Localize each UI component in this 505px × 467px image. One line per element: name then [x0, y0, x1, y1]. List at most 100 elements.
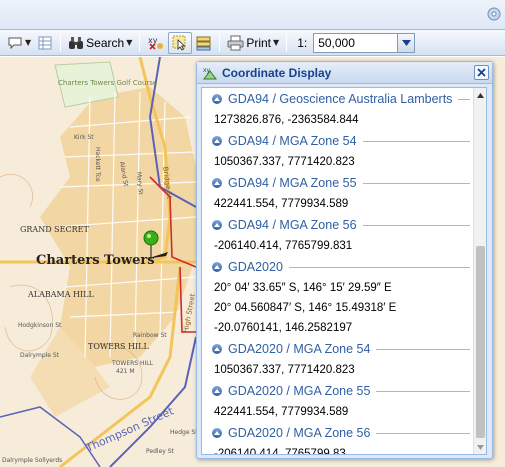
close-button[interactable] — [474, 65, 489, 80]
group-divider — [458, 98, 470, 100]
comment-dropdown-button[interactable]: ▼ — [4, 32, 34, 54]
scrollbar-thumb[interactable] — [476, 246, 485, 438]
group-divider — [362, 140, 470, 142]
coordinate-value: 422441.554, 7779934.589 — [214, 198, 349, 210]
coordinate-group-title: GDA94 / Geoscience Australia Lamberts — [228, 92, 453, 106]
print-button[interactable]: Print ▼ — [224, 32, 282, 54]
coordinate-group-header[interactable]: GDA2020 — [202, 256, 474, 278]
binoculars-icon — [69, 36, 84, 49]
group-divider — [376, 348, 470, 350]
map-label-pedley-street: Pedley St — [146, 448, 175, 455]
table-icon — [38, 36, 52, 49]
toolbar-separator — [219, 33, 221, 52]
coordinate-tool-button[interactable]: xy — [144, 32, 168, 54]
coordinate-group-header[interactable]: GDA94 / MGA Zone 55 — [202, 172, 474, 194]
coordinate-value: 1050367.337, 7771420.823 — [214, 156, 355, 168]
select-pointer-icon — [172, 35, 186, 51]
layers-button[interactable] — [192, 32, 215, 54]
coordinate-group-header[interactable]: GDA2020 / MGA Zone 56 — [202, 422, 474, 444]
chevron-down-icon: ▼ — [25, 38, 32, 47]
coordinate-group-title: GDA94 / MGA Zone 54 — [228, 134, 357, 148]
collapse-icon[interactable] — [212, 428, 222, 438]
coordinate-display-panel: xy Coordinate Display GDA94 / Geoscience… — [196, 61, 493, 459]
map-label-hackett-terrace: Hackett Tce — [94, 147, 101, 182]
coordinate-group-title: GDA2020 / MGA Zone 55 — [228, 384, 371, 398]
collapse-icon[interactable] — [212, 178, 222, 188]
coordinate-list: GDA94 / Geoscience Australia Lamberts 127… — [202, 88, 474, 455]
map-label-towers-hill-peak: TOWERS HILL — [111, 360, 154, 367]
map-label-rainbow-street: Rainbow St — [133, 332, 167, 339]
group-divider — [376, 390, 470, 392]
coordinate-value: -20.0760141, 146.2582197 — [214, 322, 353, 334]
svg-text:xy: xy — [148, 36, 158, 45]
map-label-town: Charters Towers — [36, 253, 155, 268]
search-button[interactable]: Search ▼ — [65, 32, 135, 54]
map-label-dalrymple-street: Dalrymple St — [20, 352, 60, 359]
collapse-icon[interactable] — [212, 344, 222, 354]
chevron-down-icon: ▼ — [126, 38, 133, 47]
coordinate-group-title: GDA2020 / MGA Zone 54 — [228, 342, 371, 356]
coordinate-value: 20° 04.560847′ S, 146° 15.49318′ E — [214, 302, 397, 314]
coordinate-value: 1273826.876, -2363584.844 — [214, 114, 359, 126]
group-divider — [288, 266, 470, 268]
app-top-band — [0, 0, 505, 30]
collapse-icon[interactable] — [212, 94, 222, 104]
map-label-bottom-left: Dalrymple Sollyerds — [2, 457, 62, 464]
panel-title: Coordinate Display — [222, 65, 332, 80]
map-label-golf-course: Charters Towers Golf Course — [58, 79, 157, 87]
coordinate-group-header[interactable]: GDA94 / MGA Zone 56 — [202, 214, 474, 236]
printer-icon — [227, 35, 244, 50]
coordinate-list-viewport: GDA94 / Geoscience Australia Lamberts 127… — [201, 87, 487, 455]
scroll-down-button[interactable] — [474, 440, 486, 454]
arrow-up-icon — [476, 92, 484, 98]
xy-coordinate-icon: xy — [148, 36, 164, 50]
toolbar-separator — [286, 33, 288, 52]
close-icon — [477, 68, 486, 77]
select-tool-button[interactable] — [168, 31, 193, 54]
table-button[interactable] — [34, 32, 56, 54]
toolbar-separator — [60, 33, 62, 52]
chevron-down-icon: ▼ — [273, 38, 280, 47]
layers-icon — [196, 36, 211, 50]
arrow-down-icon — [476, 444, 484, 450]
coordinate-group-title: GDA2020 / MGA Zone 56 — [228, 426, 371, 440]
map-label-hodgkinson-street: Hodgkinson St — [18, 322, 62, 329]
chevron-down-icon — [401, 39, 411, 46]
collapse-icon[interactable] — [212, 262, 222, 272]
map-toolbar: ▼ Search ▼ xy Print ▼ 1: 50,000 — [0, 30, 505, 56]
coordinate-value: -206140.414, 7765799.831 — [214, 240, 353, 252]
coordinate-value: 1050367.337, 7771420.823 — [214, 364, 355, 376]
coordinate-group-title: GDA94 / MGA Zone 55 — [228, 176, 357, 190]
speech-bubble-icon — [8, 37, 22, 49]
scale-label: 1: — [297, 35, 308, 50]
coordinate-value: -206140.414, 7765799.83 — [214, 448, 346, 455]
coordinate-group-header[interactable]: GDA94 / MGA Zone 54 — [202, 130, 474, 152]
vertical-scrollbar[interactable] — [473, 88, 486, 454]
xy-coordinate-icon: xy — [203, 67, 217, 79]
coordinate-value: 20° 04′ 33.65″ S, 146° 15′ 29.59″ E — [214, 282, 392, 294]
print-label: Print — [246, 35, 272, 50]
settings-icon[interactable] — [486, 6, 502, 22]
coordinate-value: 422441.554, 7779934.589 — [214, 406, 349, 418]
map-label-towers-hill: TOWERS HILL — [88, 342, 149, 351]
coordinate-group-title: GDA2020 — [228, 260, 283, 274]
search-label: Search — [86, 35, 125, 50]
group-divider — [376, 432, 470, 434]
collapse-icon[interactable] — [212, 136, 222, 146]
coordinate-group-title: GDA94 / MGA Zone 56 — [228, 218, 357, 232]
coordinate-group-header[interactable]: GDA2020 / MGA Zone 55 — [202, 380, 474, 402]
map-label-kirk-street: Kirk St — [74, 134, 94, 141]
coordinate-group-header[interactable]: GDA2020 / MGA Zone 54 — [202, 338, 474, 360]
panel-header[interactable]: xy Coordinate Display — [197, 62, 492, 84]
scale-input[interactable]: 50,000 — [313, 32, 399, 53]
scroll-up-button[interactable] — [474, 88, 486, 102]
scale-dropdown-trigger[interactable] — [398, 32, 416, 53]
map-label-alabama-hill: ALABAMA HILL — [27, 290, 94, 299]
map-label-towers-hill-height: 421 M — [116, 368, 135, 375]
group-divider — [362, 224, 470, 226]
coordinate-group-header[interactable]: GDA94 / Geoscience Australia Lamberts — [202, 88, 474, 110]
collapse-icon[interactable] — [212, 386, 222, 396]
group-divider — [362, 182, 470, 184]
toolbar-separator — [139, 33, 141, 52]
collapse-icon[interactable] — [212, 220, 222, 230]
